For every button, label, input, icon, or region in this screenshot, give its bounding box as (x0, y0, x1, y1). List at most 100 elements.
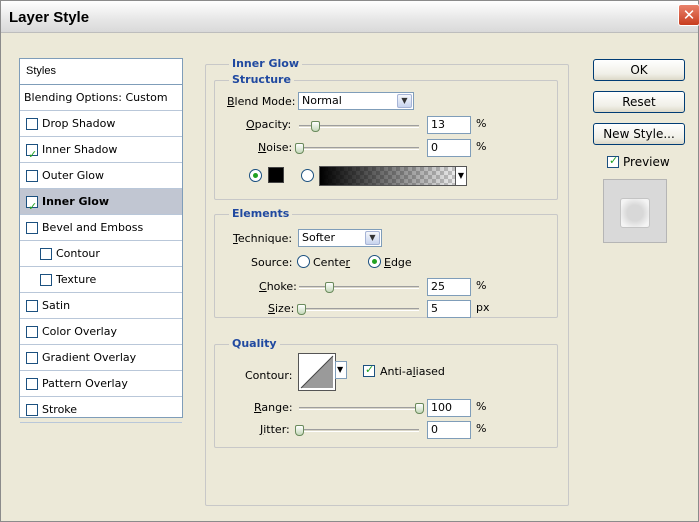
style-item-gradient-overlay[interactable]: Gradient Overlay (20, 345, 182, 371)
source-center-radio[interactable] (297, 255, 310, 268)
close-button[interactable]: ✕ (678, 4, 699, 26)
preview-checkbox[interactable]: ✓ (607, 154, 619, 168)
elements-title: Elements (229, 207, 293, 220)
solid-color-radio[interactable] (249, 169, 262, 182)
source-center-label-mnemonic: r (345, 256, 351, 269)
source-center-label[interactable]: Center (313, 256, 350, 269)
style-checkbox[interactable] (26, 169, 38, 182)
source-label: Source: (251, 256, 293, 269)
checkmark-icon: ✓ (609, 154, 619, 167)
size-slider[interactable] (297, 304, 419, 315)
jitter-slider[interactable] (295, 425, 419, 436)
new-style-button-label: New Style... (603, 127, 675, 141)
style-checkbox[interactable] (26, 377, 38, 390)
title-bar[interactable]: Layer Style ✕ (1, 1, 699, 33)
opacity-input[interactable]: 13 (427, 116, 471, 134)
contour-picker[interactable] (298, 353, 336, 391)
styles-list: Styles Blending Options: Custom Drop Shad… (19, 58, 183, 423)
style-item-texture[interactable]: Texture (20, 267, 182, 293)
jitter-label: Jitter: (260, 423, 290, 436)
chevron-down-icon: ▼ (365, 231, 380, 245)
range-value: 100 (431, 401, 452, 414)
jitter-value: 0 (431, 423, 438, 436)
anti-aliased-checkbox[interactable]: ✓ (363, 363, 375, 377)
technique-value: Softer (302, 231, 335, 244)
style-item-pattern-overlay[interactable]: Pattern Overlay (20, 371, 182, 397)
opacity-slider[interactable] (299, 121, 419, 132)
gradient-radio[interactable] (301, 169, 314, 182)
choke-label: Choke: (259, 280, 297, 293)
size-input[interactable]: 5 (427, 300, 471, 318)
source-edge-label[interactable]: Edge (384, 256, 412, 269)
style-item-inner-glow[interactable]: ✓ Inner Glow (20, 189, 182, 215)
style-item-inner-shadow[interactable]: ✓ Inner Shadow (20, 137, 182, 163)
glow-color-swatch[interactable] (268, 167, 284, 183)
style-item-outer-glow[interactable]: Outer Glow (20, 163, 182, 189)
style-checkbox[interactable] (26, 325, 38, 338)
style-checkbox[interactable] (26, 351, 38, 364)
styles-items: Blending Options: Custom Drop Shadow ✓ Inne… (20, 85, 182, 423)
range-label: Range: (254, 401, 293, 414)
contour-curve-icon (300, 355, 334, 389)
source-edge-radio[interactable] (368, 255, 381, 268)
style-item-label: Contour (56, 246, 100, 260)
size-label: Size: (268, 302, 295, 315)
noise-input[interactable]: 0 (427, 139, 471, 157)
anti-aliased-label-tail: iased (415, 365, 445, 378)
style-item-satin[interactable]: Satin (20, 293, 182, 319)
gradient-picker[interactable]: ▼ (319, 166, 467, 186)
quality-title: Quality (229, 337, 280, 350)
anti-aliased-label-head: Anti-a (380, 365, 413, 378)
style-checkbox[interactable] (40, 247, 52, 260)
range-input[interactable]: 100 (427, 399, 471, 417)
noise-slider[interactable] (295, 143, 419, 154)
contour-label: Contour: (245, 369, 293, 382)
layer-style-dialog: Layer Style ✕ Styles Blending Options: C… (0, 0, 699, 522)
choke-slider[interactable] (299, 282, 419, 293)
preview-label[interactable]: Preview (623, 155, 670, 169)
style-item-label: Blending Options: Custom (24, 90, 168, 104)
style-checkbox[interactable]: ✓ (26, 143, 38, 161)
choke-input[interactable]: 25 (427, 278, 471, 296)
style-checkbox[interactable] (26, 117, 38, 130)
opacity-slider-thumb[interactable] (310, 121, 320, 132)
blend-mode-value: Normal (302, 94, 342, 107)
jitter-input[interactable]: 0 (427, 421, 471, 439)
opacity-label-text: pacity: (254, 118, 292, 131)
new-style-button[interactable]: New Style... (593, 123, 685, 145)
style-checkbox[interactable] (26, 403, 38, 416)
style-item-blending-options-custom[interactable]: Blending Options: Custom (20, 85, 182, 111)
size-slider-thumb[interactable] (297, 304, 307, 315)
style-checkbox[interactable]: ✓ (26, 195, 38, 213)
reset-button[interactable]: Reset (593, 91, 685, 113)
style-item-contour[interactable]: Contour (20, 241, 182, 267)
style-item-stroke[interactable]: Stroke (20, 397, 182, 423)
style-item-color-overlay[interactable]: Color Overlay (20, 319, 182, 345)
style-checkbox[interactable] (40, 273, 52, 286)
chevron-down-icon: ▼ (337, 365, 344, 374)
style-item-bevel-and-emboss[interactable]: Bevel and Emboss (20, 215, 182, 241)
style-checkbox[interactable] (26, 221, 38, 234)
jitter-slider-thumb[interactable] (295, 425, 304, 436)
blend-mode-select[interactable]: Normal ▼ (298, 92, 414, 110)
ok-button[interactable]: OK (593, 59, 685, 81)
size-unit: px (476, 301, 490, 314)
anti-aliased-label[interactable]: Anti-aliased (380, 365, 445, 378)
size-label-text: ize: (274, 302, 295, 315)
range-slider[interactable] (299, 403, 424, 414)
range-slider-thumb[interactable] (415, 403, 424, 414)
jitter-unit: % (476, 422, 487, 435)
contour-dropdown[interactable]: ▼ (335, 361, 347, 379)
style-item-label: Texture (56, 272, 97, 286)
noise-unit: % (476, 140, 487, 153)
styles-header[interactable]: Styles (20, 59, 182, 85)
style-preview (603, 179, 667, 243)
style-checkbox[interactable] (26, 299, 38, 312)
choke-slider-thumb[interactable] (325, 282, 334, 293)
style-item-label: Inner Glow (42, 194, 109, 208)
style-item-drop-shadow[interactable]: Drop Shadow (20, 111, 182, 137)
technique-select[interactable]: Softer ▼ (298, 229, 382, 247)
blend-mode-label: Blend Mode: (227, 95, 296, 108)
style-item-label: Bevel and Emboss (42, 220, 144, 234)
noise-slider-thumb[interactable] (295, 143, 304, 154)
